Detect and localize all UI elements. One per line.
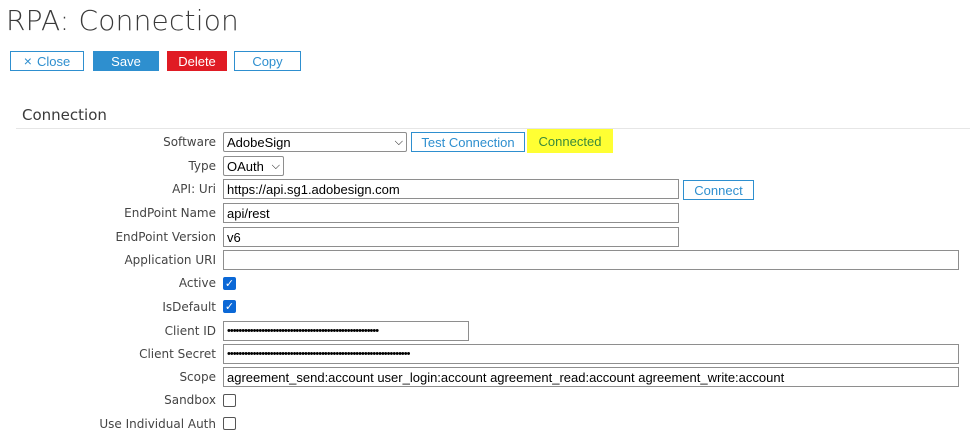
copy-button-label: Copy (252, 53, 283, 69)
type-select[interactable]: OAuth ⌵ (223, 156, 284, 176)
page-title: RPA: Connection (6, 4, 239, 37)
checkmark-icon: ✓ (224, 300, 235, 313)
section-divider (16, 128, 970, 129)
api-uri-input[interactable]: https://api.sg1.adobesign.com (223, 179, 679, 199)
client-secret-input[interactable]: ••••••••••••••••••••••••••••••••••••••••… (223, 344, 959, 364)
software-label: Software (163, 135, 216, 149)
close-icon: × (23, 53, 32, 69)
test-connection-button[interactable]: Test Connection (411, 132, 525, 152)
type-value: OAuth (227, 158, 264, 174)
chevron-down-icon: ⌵ (271, 159, 280, 172)
sandbox-label: Sandbox (164, 393, 216, 407)
save-button-label: Save (111, 53, 141, 69)
isdefault-label: IsDefault (162, 300, 216, 314)
isdefault-checkbox[interactable]: ✓ (223, 300, 236, 313)
delete-button-label: Delete (178, 53, 216, 69)
api-uri-label: API: Uri (172, 182, 216, 196)
application-uri-label: Application URI (124, 253, 216, 267)
endpoint-name-input[interactable]: api/rest (223, 203, 679, 223)
connect-button[interactable]: Connect (683, 180, 754, 200)
use-individual-auth-label: Use Individual Auth (99, 417, 216, 431)
scope-input[interactable]: agreement_send:account user_login:accoun… (223, 367, 959, 387)
checkmark-icon: ✓ (224, 277, 235, 290)
section-title: Connection (22, 106, 107, 124)
application-uri-input[interactable] (223, 250, 959, 270)
sandbox-checkbox[interactable] (223, 394, 236, 407)
save-button[interactable]: Save (93, 51, 159, 71)
endpoint-version-label: EndPoint Version (115, 230, 216, 244)
active-checkbox[interactable]: ✓ (223, 277, 236, 290)
client-id-input[interactable]: ••••••••••••••••••••••••••••••••••••••••… (223, 321, 469, 341)
endpoint-name-label: EndPoint Name (124, 206, 216, 220)
connection-status-badge: Connected (527, 129, 613, 153)
close-button-label: Close (36, 53, 71, 69)
client-secret-label: Client Secret (139, 347, 216, 361)
use-individual-auth-checkbox[interactable] (223, 417, 236, 430)
software-value: AdobeSign (227, 134, 291, 150)
chevron-down-icon: ⌵ (394, 135, 403, 148)
type-label: Type (188, 159, 216, 173)
copy-button[interactable]: Copy (234, 51, 301, 71)
client-id-label: Client ID (164, 324, 216, 338)
endpoint-version-input[interactable]: v6 (223, 227, 679, 247)
scope-label: Scope (179, 370, 216, 384)
close-button[interactable]: × Close (10, 51, 84, 71)
software-select[interactable]: AdobeSign ⌵ (223, 132, 407, 152)
active-label: Active (178, 276, 216, 290)
delete-button[interactable]: Delete (167, 51, 227, 71)
